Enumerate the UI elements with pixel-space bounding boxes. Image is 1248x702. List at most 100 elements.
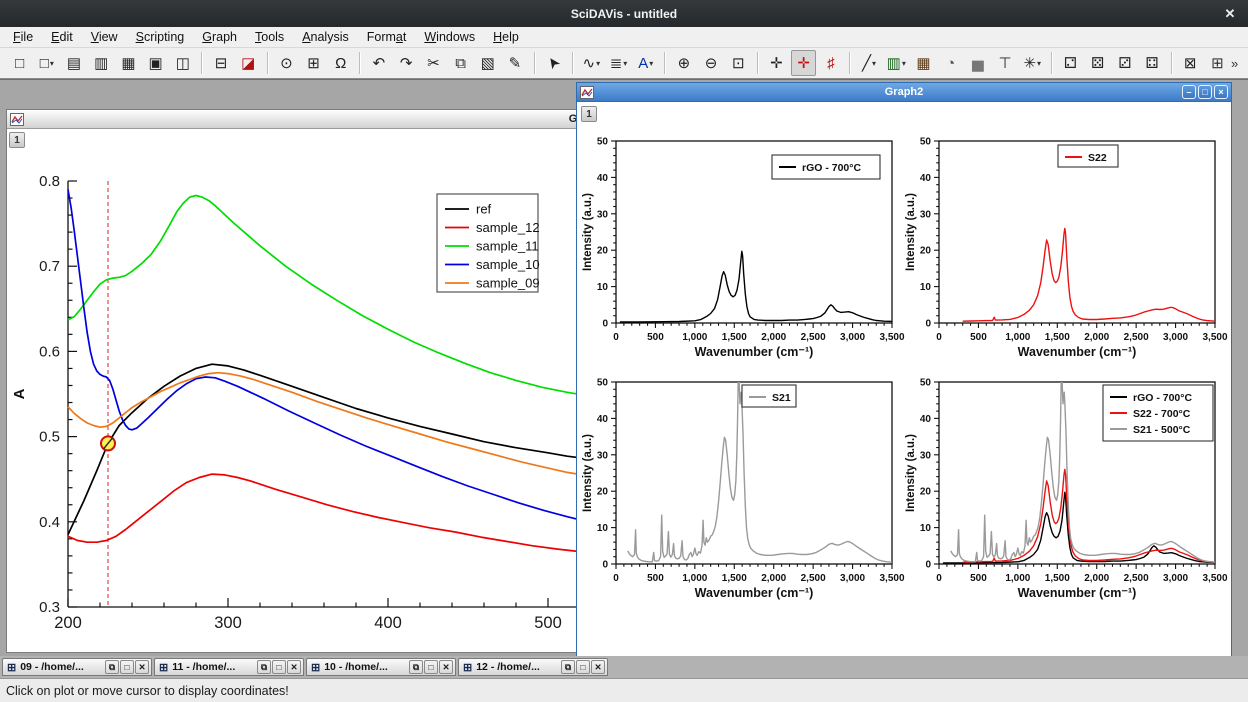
save-as-button[interactable]: ◫ <box>170 50 195 76</box>
svg-text:0.6: 0.6 <box>39 343 60 360</box>
draw-line-menu-icon: ╱ <box>862 54 871 72</box>
save-as-icon: ◫ <box>176 54 190 72</box>
add-legend-menu-button[interactable]: ≣▾ <box>606 50 631 76</box>
undo-button[interactable]: ↶ <box>366 50 391 76</box>
tab-maximize-button[interactable]: □ <box>576 660 590 674</box>
add-curve-menu-button[interactable]: ∿▾ <box>579 50 604 76</box>
plot-3d-scatter-button[interactable]: ⚄ <box>1085 50 1110 76</box>
draw-line-menu-button[interactable]: ╱▾ <box>856 50 881 76</box>
screen-reader-button[interactable]: ✛ <box>764 50 789 76</box>
taskbar-tab[interactable]: ⊞10 - /home/...⧉□✕ <box>306 658 456 676</box>
menu-graph[interactable]: Graph <box>193 28 246 46</box>
tab-close-button[interactable]: ✕ <box>287 660 301 674</box>
graph2-subplot-top-left[interactable]: 05001,0001,5002,0002,5003,0003,500010203… <box>580 135 912 367</box>
add-text-menu-button[interactable]: A▾ <box>633 50 658 76</box>
plot-pie-button[interactable]: ◔ <box>938 50 963 76</box>
plot-colormap-button[interactable]: ▦ <box>911 50 936 76</box>
graph2-minimize-button[interactable]: – <box>1182 85 1196 99</box>
tab-restore-button[interactable]: ⧉ <box>257 660 271 674</box>
graph2-subplot-legend[interactable]: S21 <box>742 385 796 407</box>
graph2-subplot-legend[interactable]: rGO - 700°CS22 - 700°CS21 - 500°C <box>1103 385 1213 441</box>
plot-boxplot-button[interactable]: ⊤ <box>992 50 1017 76</box>
tab-restore-button[interactable]: ⧉ <box>561 660 575 674</box>
import-ascii-button[interactable]: ▦ <box>116 50 141 76</box>
menu-file[interactable]: File <box>4 28 42 46</box>
open-project-button[interactable]: ▤ <box>61 50 86 76</box>
toolbar-separator <box>849 52 850 74</box>
import-button[interactable]: ▥ <box>89 50 114 76</box>
lock-toolbars-button[interactable]: Ω <box>328 50 353 76</box>
graph2-titlebar[interactable]: Graph2 – □ × <box>577 83 1231 102</box>
taskbar-tab[interactable]: ⊞12 - /home/...⧉□✕ <box>458 658 608 676</box>
zoom-in-button[interactable]: ⊕ <box>671 50 696 76</box>
graph2-layer-button[interactable]: 1 <box>581 106 597 122</box>
statusbar: Click on plot or move cursor to display … <box>0 678 1248 702</box>
graph2-subplot-top-right[interactable]: 05001,0001,5002,0002,5003,0003,500010203… <box>903 135 1232 367</box>
svg-text:Wavenumber (cm⁻¹): Wavenumber (cm⁻¹) <box>1018 586 1137 600</box>
plot-3d-trajectory-button[interactable]: ⚂ <box>1112 50 1137 76</box>
plot-menu-icon: ▥ <box>887 54 901 72</box>
plot-3d-surface-button[interactable]: ⚃ <box>1139 50 1164 76</box>
new-project-button[interactable]: □ <box>7 50 32 76</box>
menu-format[interactable]: Format <box>358 28 416 46</box>
tab-close-button[interactable]: ✕ <box>135 660 149 674</box>
graph2-subplot-bottom-left[interactable]: 05001,0001,5002,0002,5003,0003,500010203… <box>580 376 912 608</box>
show-table-button[interactable]: ⊞ <box>301 50 326 76</box>
new-window-menu-button[interactable]: □▾ <box>34 50 59 76</box>
menu-edit[interactable]: Edit <box>42 28 82 46</box>
menu-tools[interactable]: Tools <box>246 28 293 46</box>
tab-maximize-button[interactable]: □ <box>424 660 438 674</box>
svg-text:sample_12: sample_12 <box>476 220 540 235</box>
plot-histogram-icon: ▅ <box>972 54 984 72</box>
add-curve-menu-icon: ∿ <box>583 54 596 72</box>
toolbar-overflow-button[interactable]: » <box>1231 56 1238 71</box>
graph2-maximize-button[interactable]: □ <box>1198 85 1212 99</box>
tab-maximize-button[interactable]: □ <box>120 660 134 674</box>
tab-close-button[interactable]: ✕ <box>439 660 453 674</box>
graph2-subplot-legend[interactable]: rGO - 700°C <box>772 155 880 179</box>
tab-maximize-button[interactable]: □ <box>272 660 286 674</box>
plot-menu-button[interactable]: ▥▾ <box>884 50 909 76</box>
plot-special-menu-button[interactable]: ✳▾ <box>1020 50 1045 76</box>
app-titlebar: SciDAVis - untitled ✕ <box>0 0 1248 27</box>
convert-to-table-button[interactable]: ⊠ <box>1178 50 1203 76</box>
menu-windows[interactable]: Windows <box>415 28 484 46</box>
tab-close-button[interactable]: ✕ <box>591 660 605 674</box>
tab-restore-button[interactable]: ⧉ <box>105 660 119 674</box>
plot-colormap-icon: ▦ <box>916 54 930 72</box>
menu-scripting[interactable]: Scripting <box>127 28 194 46</box>
cut-button[interactable]: ✂ <box>421 50 446 76</box>
find-button[interactable]: ⊙ <box>274 50 299 76</box>
copy-button[interactable]: ⧉ <box>448 50 473 76</box>
rescale-to-show-all-button[interactable]: ⊡ <box>726 50 751 76</box>
save-project-button[interactable]: ▣ <box>143 50 168 76</box>
print-button[interactable]: ⊟ <box>208 50 233 76</box>
graph1-legend[interactable]: refsample_12sample_11sample_10sample_09 <box>437 194 540 292</box>
graph2-close-button[interactable]: × <box>1214 85 1228 99</box>
plot-histogram-button[interactable]: ▅ <box>965 50 990 76</box>
plot-3d-bars-button[interactable]: ⚁ <box>1058 50 1083 76</box>
taskbar-tab-label: 10 - /home/... <box>324 661 408 673</box>
tab-restore-button[interactable]: ⧉ <box>409 660 423 674</box>
pointer-button[interactable]: ➤ <box>541 50 566 76</box>
svg-text:20: 20 <box>597 487 609 498</box>
graph2-subplot-bottom-right[interactable]: 05001,0001,5002,0002,5003,0003,500010203… <box>903 376 1232 608</box>
menu-view[interactable]: View <box>82 28 127 46</box>
add-column-button[interactable]: ⊞ <box>1205 50 1230 76</box>
taskbar-tab[interactable]: ⊞09 - /home/...⧉□✕ <box>2 658 152 676</box>
menu-analysis[interactable]: Analysis <box>293 28 358 46</box>
export-pdf-button[interactable]: ◪ <box>236 50 261 76</box>
graph2-subplot-legend[interactable]: S22 <box>1058 145 1118 167</box>
paste-button[interactable]: ▧ <box>475 50 500 76</box>
app-close-button[interactable]: ✕ <box>1220 4 1240 23</box>
taskbar-tab[interactable]: ⊞11 - /home/...⧉□✕ <box>154 658 304 676</box>
graph2-window[interactable]: Graph2 – □ × 1 05001,0001,5002,0002,5003… <box>576 82 1232 656</box>
add-text-menu-icon: A <box>638 55 648 72</box>
data-reader-icon: ✛ <box>797 54 810 72</box>
select-data-range-button[interactable]: ♯ <box>818 50 843 76</box>
data-reader-button[interactable]: ✛ <box>791 50 816 76</box>
menu-help[interactable]: Help <box>484 28 528 46</box>
redo-button[interactable]: ↷ <box>394 50 419 76</box>
clear-button[interactable]: ✎ <box>502 50 527 76</box>
zoom-out-button[interactable]: ⊖ <box>698 50 723 76</box>
